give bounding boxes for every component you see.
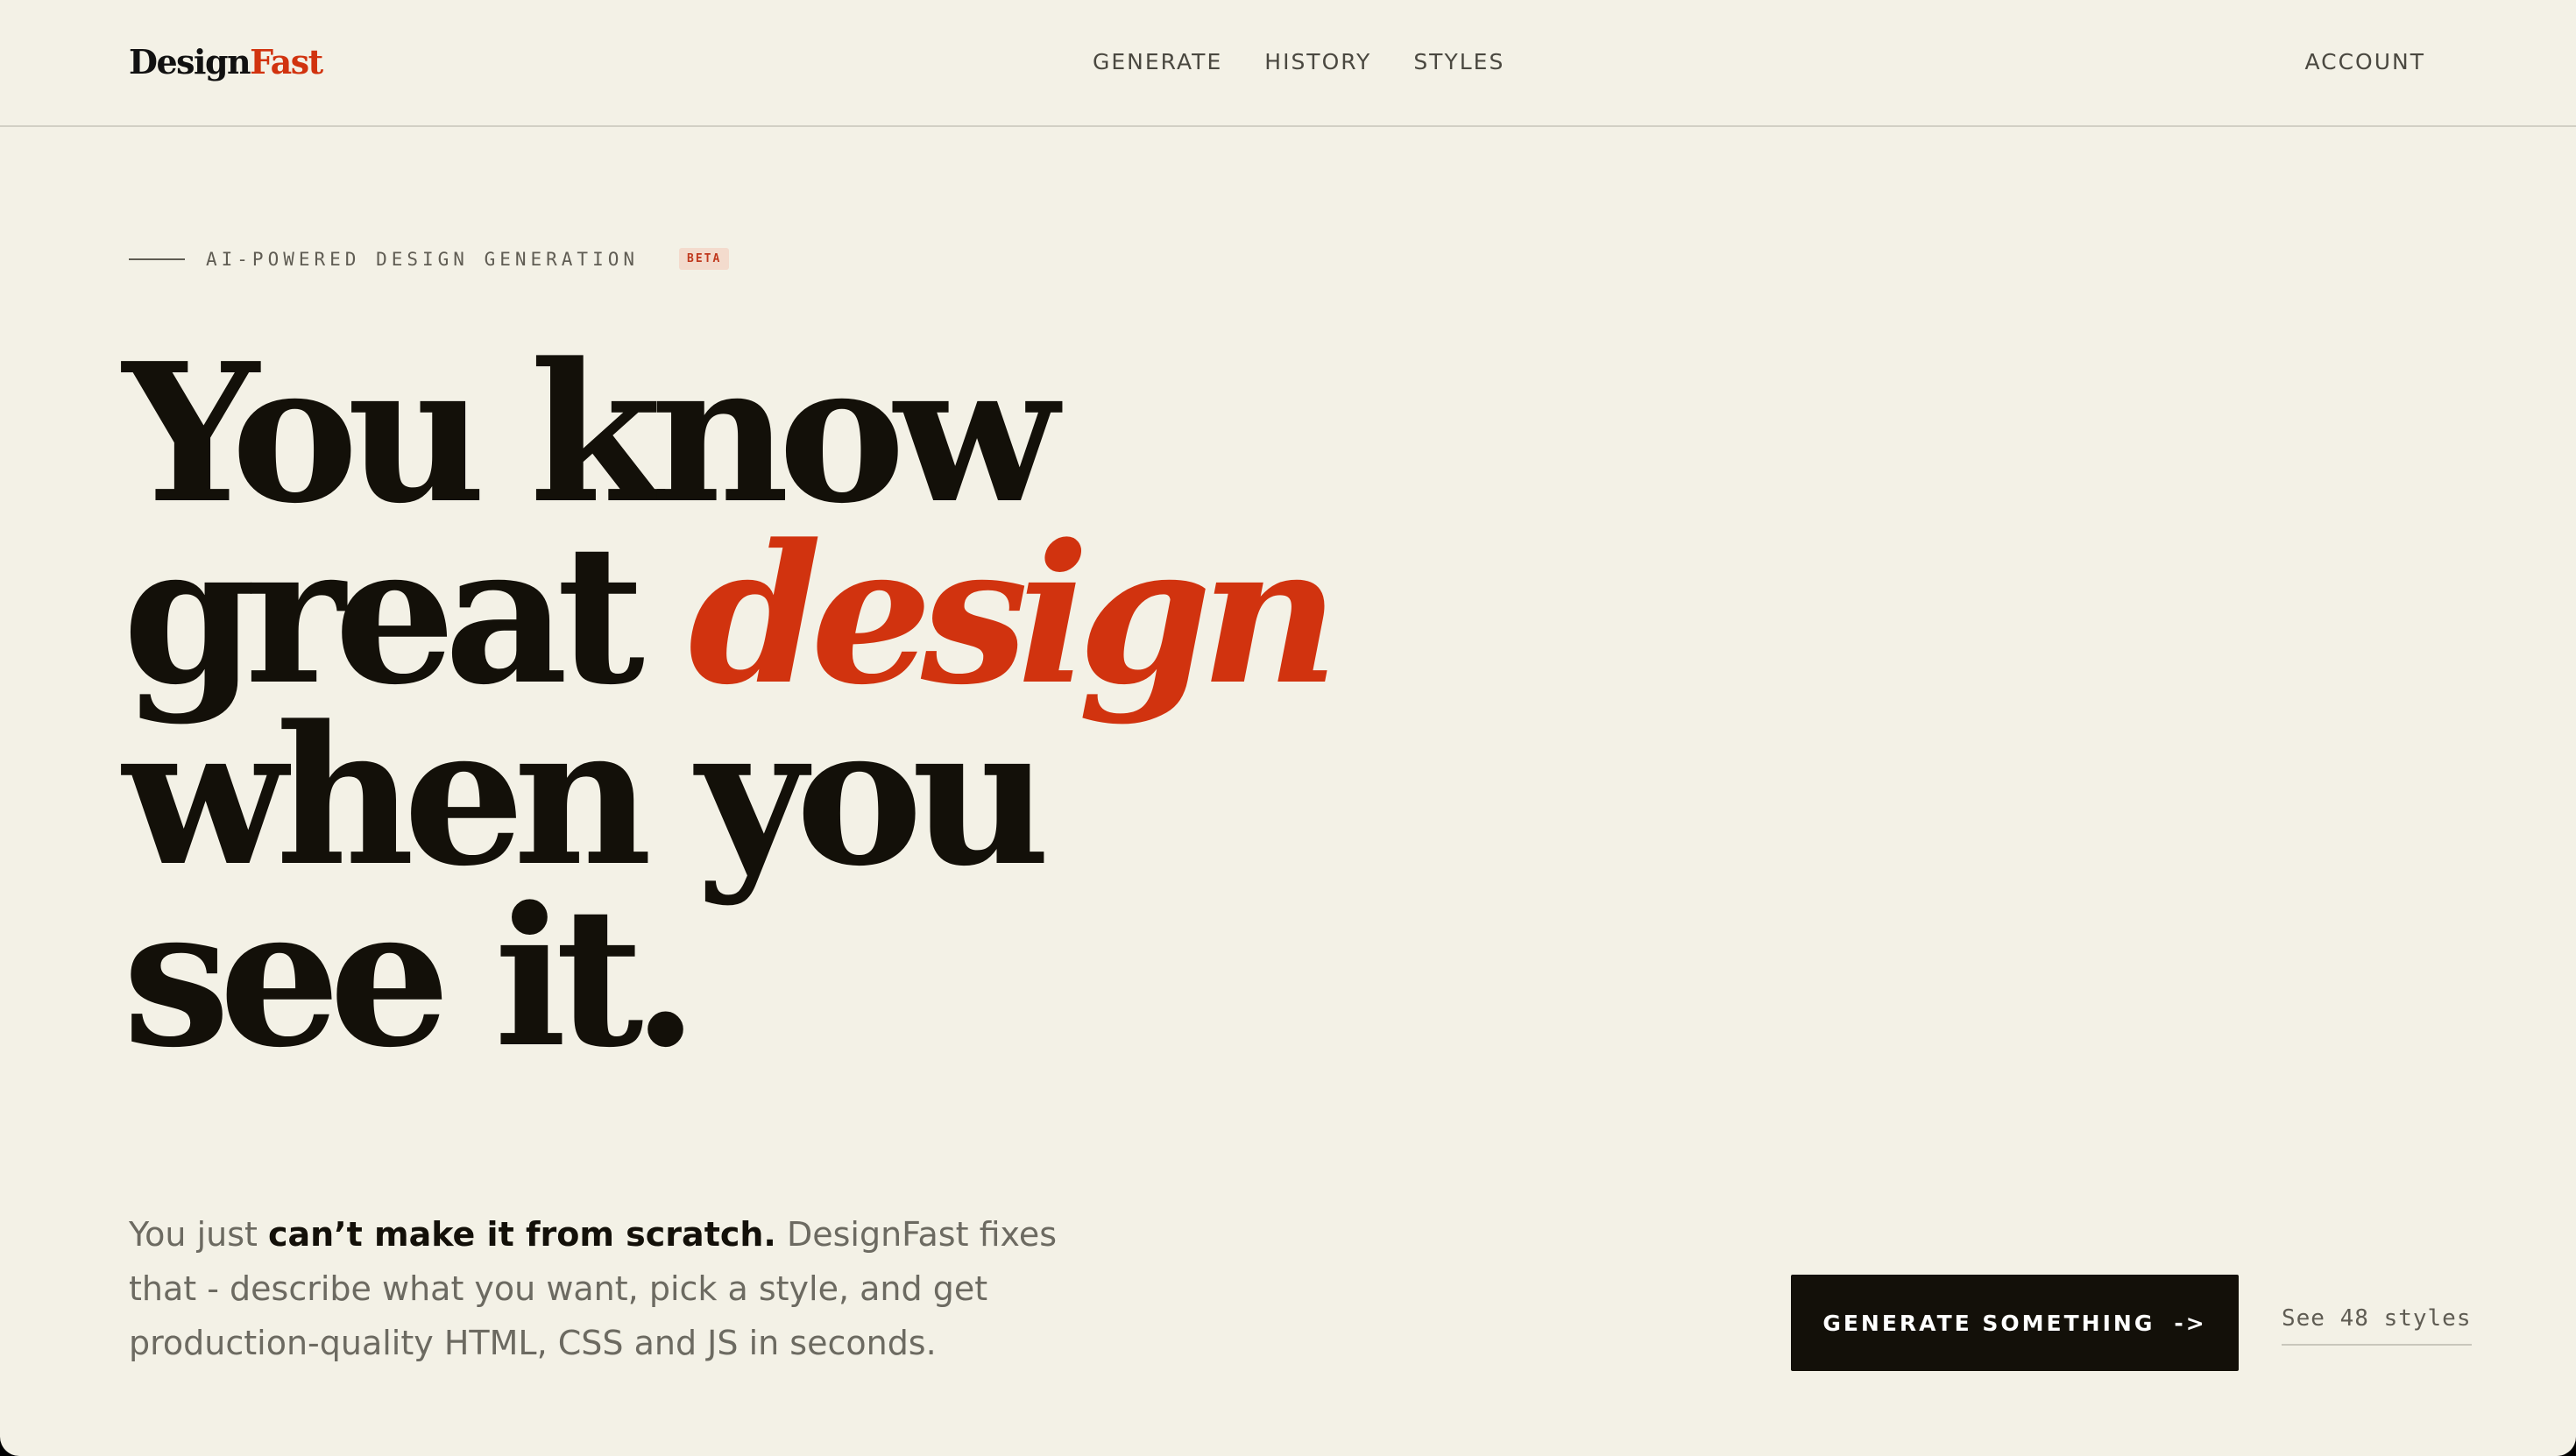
generate-something-button[interactable]: GENERATE SOMETHING -> bbox=[1791, 1275, 2239, 1371]
headline-line-3: when you bbox=[123, 684, 1051, 908]
eyebrow: AI-POWERED DESIGN GENERATION BETA bbox=[129, 248, 730, 270]
eyebrow-text: AI-POWERED DESIGN GENERATION bbox=[206, 248, 640, 270]
logo-accent-text: Fast bbox=[250, 42, 323, 81]
beta-badge: BETA bbox=[679, 248, 730, 270]
top-nav-bar: Design Fast GENERATE HISTORY STYLES ACCOU… bbox=[0, 0, 2576, 127]
headline-line-2: great design bbox=[123, 519, 1339, 710]
logo-text: Design bbox=[129, 42, 251, 81]
generate-button-label: GENERATE SOMETHING bbox=[1822, 1310, 2155, 1336]
description-strong: can’t make it from scratch. bbox=[268, 1215, 776, 1254]
see-styles-link[interactable]: See 48 styles bbox=[2282, 1305, 2472, 1346]
hero-headline: You know great design when you see it. bbox=[123, 322, 1339, 1090]
description-pre: You just bbox=[129, 1215, 268, 1254]
eyebrow-rule bbox=[129, 258, 185, 260]
nav-history[interactable]: HISTORY bbox=[1264, 49, 1371, 74]
main-nav: GENERATE HISTORY STYLES bbox=[1093, 49, 1504, 74]
headline-line-1: You know bbox=[123, 322, 1058, 546]
nav-generate[interactable]: GENERATE bbox=[1093, 49, 1222, 74]
logo[interactable]: Design Fast bbox=[129, 42, 323, 81]
headline-line-4: see it. bbox=[123, 866, 698, 1090]
nav-styles[interactable]: STYLES bbox=[1413, 49, 1504, 74]
page: Design Fast GENERATE HISTORY STYLES ACCOU… bbox=[0, 0, 2576, 1456]
arrow-right-icon: -> bbox=[2174, 1310, 2207, 1336]
nav-account[interactable]: ACCOUNT bbox=[2304, 49, 2425, 74]
hero-description: You just can’t make it from scratch. Des… bbox=[129, 1207, 1093, 1370]
